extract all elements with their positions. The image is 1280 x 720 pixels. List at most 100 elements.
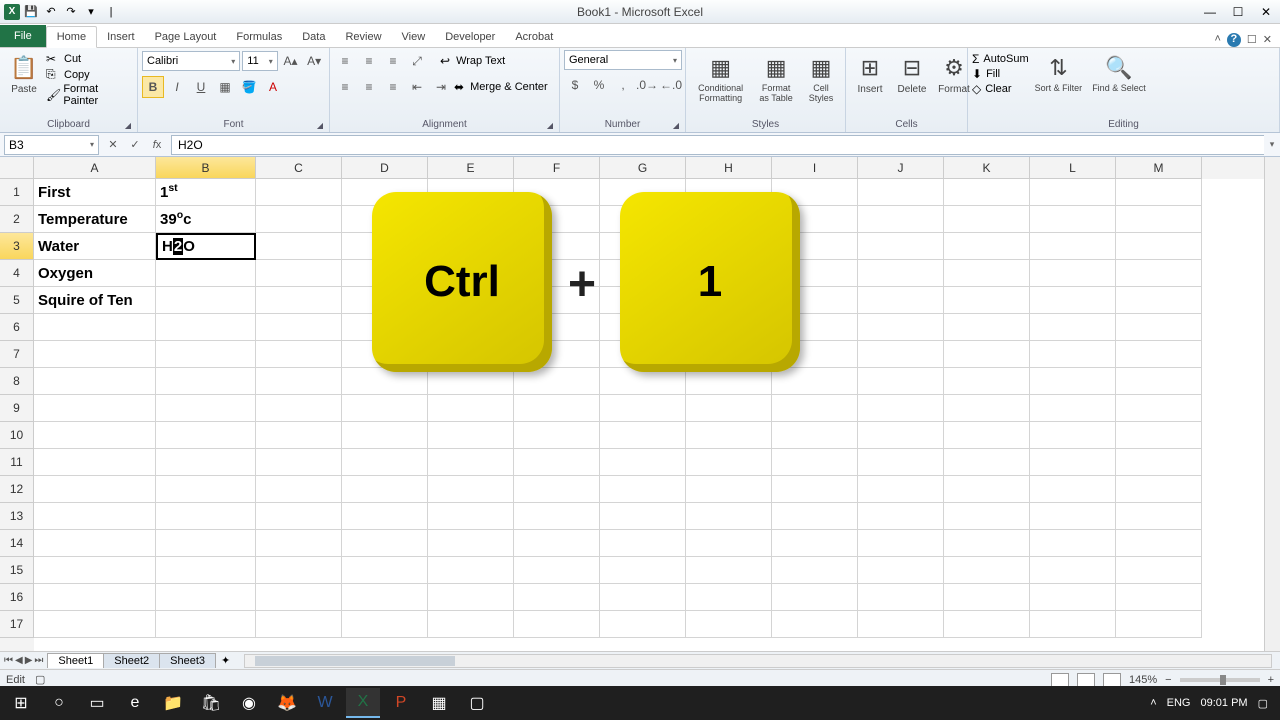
cell-I16[interactable] bbox=[772, 584, 858, 611]
cell-A10[interactable] bbox=[34, 422, 156, 449]
cell-B6[interactable] bbox=[156, 314, 256, 341]
sheet-nav-first-icon[interactable]: ⏮ bbox=[4, 655, 13, 666]
currency-icon[interactable]: $ bbox=[564, 74, 586, 96]
cell-A5[interactable]: Squire of Ten bbox=[34, 287, 156, 314]
cell-K14[interactable] bbox=[944, 530, 1030, 557]
cell-K4[interactable] bbox=[944, 260, 1030, 287]
cell-J15[interactable] bbox=[858, 557, 944, 584]
cell-C5[interactable] bbox=[256, 287, 342, 314]
tab-file[interactable]: File bbox=[0, 25, 46, 47]
cell-D11[interactable] bbox=[342, 449, 428, 476]
cell-F13[interactable] bbox=[514, 503, 600, 530]
cell-D17[interactable] bbox=[342, 611, 428, 638]
chrome-icon[interactable]: ◉ bbox=[232, 688, 266, 718]
cell-D14[interactable] bbox=[342, 530, 428, 557]
cell-K3[interactable] bbox=[944, 233, 1030, 260]
row-header-7[interactable]: 7 bbox=[0, 341, 34, 368]
cell-D15[interactable] bbox=[342, 557, 428, 584]
format-as-table-button[interactable]: ▦Format as Table bbox=[753, 50, 799, 106]
cell-J7[interactable] bbox=[858, 341, 944, 368]
file-explorer-icon[interactable]: 📁 bbox=[156, 688, 190, 718]
maximize-button[interactable]: ☐ bbox=[1228, 4, 1248, 20]
percent-icon[interactable]: % bbox=[588, 74, 610, 96]
cell-E9[interactable] bbox=[428, 395, 514, 422]
cell-A16[interactable] bbox=[34, 584, 156, 611]
cell-M16[interactable] bbox=[1116, 584, 1202, 611]
cell-C11[interactable] bbox=[256, 449, 342, 476]
start-button[interactable]: ⊞ bbox=[4, 688, 38, 718]
close-workbook-icon[interactable]: ✕ bbox=[1263, 33, 1272, 47]
cell-C17[interactable] bbox=[256, 611, 342, 638]
cell-B8[interactable] bbox=[156, 368, 256, 395]
cell-B4[interactable] bbox=[156, 260, 256, 287]
col-header-I[interactable]: I bbox=[772, 157, 858, 179]
cell-C9[interactable] bbox=[256, 395, 342, 422]
cell-I10[interactable] bbox=[772, 422, 858, 449]
align-middle-icon[interactable]: ≡ bbox=[358, 50, 380, 72]
cell-C1[interactable] bbox=[256, 179, 342, 206]
cell-I14[interactable] bbox=[772, 530, 858, 557]
cell-M11[interactable] bbox=[1116, 449, 1202, 476]
cell-B13[interactable] bbox=[156, 503, 256, 530]
cell-A12[interactable] bbox=[34, 476, 156, 503]
col-header-C[interactable]: C bbox=[256, 157, 342, 179]
cell-L6[interactable] bbox=[1030, 314, 1116, 341]
cell-H12[interactable] bbox=[686, 476, 772, 503]
cell-C16[interactable] bbox=[256, 584, 342, 611]
row-header-3[interactable]: 3 bbox=[0, 233, 34, 260]
cell-M10[interactable] bbox=[1116, 422, 1202, 449]
cell-L9[interactable] bbox=[1030, 395, 1116, 422]
cell-F17[interactable] bbox=[514, 611, 600, 638]
merge-center-button[interactable]: ⬌Merge & Center bbox=[454, 80, 548, 94]
firefox-icon[interactable]: 🦊 bbox=[270, 688, 304, 718]
cell-I11[interactable] bbox=[772, 449, 858, 476]
cell-J17[interactable] bbox=[858, 611, 944, 638]
cell-A11[interactable] bbox=[34, 449, 156, 476]
cell-M13[interactable] bbox=[1116, 503, 1202, 530]
shrink-font-icon[interactable]: A▾ bbox=[303, 50, 325, 72]
cell-H8[interactable] bbox=[686, 368, 772, 395]
cell-J11[interactable] bbox=[858, 449, 944, 476]
redo-icon[interactable]: ↷ bbox=[62, 3, 80, 21]
cell-B17[interactable] bbox=[156, 611, 256, 638]
zoom-in-button[interactable]: + bbox=[1268, 674, 1274, 686]
macro-record-icon[interactable]: ▢ bbox=[35, 673, 45, 686]
save-icon[interactable]: 💾 bbox=[22, 3, 40, 21]
cell-D10[interactable] bbox=[342, 422, 428, 449]
align-top-icon[interactable]: ≡ bbox=[334, 50, 356, 72]
cell-I9[interactable] bbox=[772, 395, 858, 422]
font-name-combo[interactable]: Calibri▾ bbox=[142, 51, 240, 71]
cell-E14[interactable] bbox=[428, 530, 514, 557]
cell-J16[interactable] bbox=[858, 584, 944, 611]
cell-G13[interactable] bbox=[600, 503, 686, 530]
normal-view-button[interactable] bbox=[1051, 673, 1069, 687]
cell-D16[interactable] bbox=[342, 584, 428, 611]
tab-developer[interactable]: Developer bbox=[435, 27, 505, 47]
cell-styles-button[interactable]: ▦Cell Styles bbox=[801, 50, 841, 106]
cell-K9[interactable] bbox=[944, 395, 1030, 422]
cell-K6[interactable] bbox=[944, 314, 1030, 341]
row-header-16[interactable]: 16 bbox=[0, 584, 34, 611]
cell-G14[interactable] bbox=[600, 530, 686, 557]
bold-button[interactable]: B bbox=[142, 76, 164, 98]
col-header-K[interactable]: K bbox=[944, 157, 1030, 179]
zoom-out-button[interactable]: − bbox=[1165, 674, 1171, 686]
cell-D8[interactable] bbox=[342, 368, 428, 395]
number-format-combo[interactable]: General▾ bbox=[564, 50, 682, 70]
cell-L10[interactable] bbox=[1030, 422, 1116, 449]
cell-C8[interactable] bbox=[256, 368, 342, 395]
cell-J9[interactable] bbox=[858, 395, 944, 422]
select-all-button[interactable] bbox=[0, 157, 34, 179]
conditional-formatting-button[interactable]: ▦Conditional Formatting bbox=[690, 50, 751, 106]
cell-C12[interactable] bbox=[256, 476, 342, 503]
cell-G8[interactable] bbox=[600, 368, 686, 395]
sheet-tab-3[interactable]: Sheet3 bbox=[159, 653, 216, 668]
cell-K13[interactable] bbox=[944, 503, 1030, 530]
cell-E8[interactable] bbox=[428, 368, 514, 395]
app2-icon[interactable]: ▢ bbox=[460, 688, 494, 718]
cell-M17[interactable] bbox=[1116, 611, 1202, 638]
cell-C7[interactable] bbox=[256, 341, 342, 368]
cell-A9[interactable] bbox=[34, 395, 156, 422]
cell-A1[interactable]: First bbox=[34, 179, 156, 206]
cell-H9[interactable] bbox=[686, 395, 772, 422]
